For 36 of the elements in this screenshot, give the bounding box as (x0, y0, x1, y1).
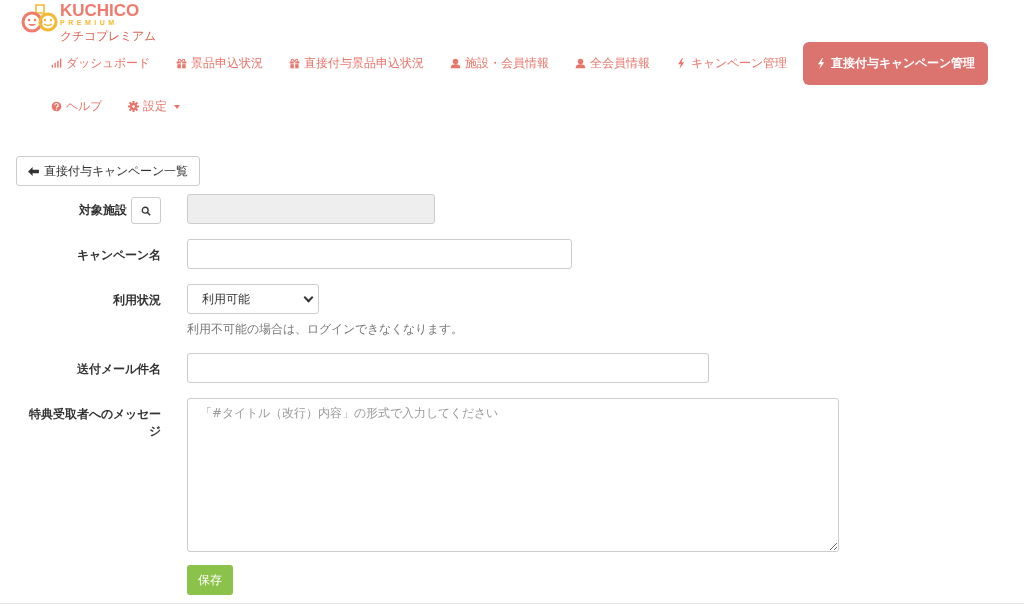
gift-icon (289, 58, 300, 69)
help-icon (51, 101, 62, 112)
logo-wordmark: KUCHICO (60, 2, 141, 19)
nav-link[interactable]: 設定 (115, 85, 193, 128)
field-label: 利用状況 (113, 292, 161, 309)
input-field[interactable] (187, 239, 572, 269)
nav-link[interactable]: 全会員情報 (562, 42, 663, 85)
nav-link[interactable]: 直接付与キャンペーン管理 (803, 42, 988, 85)
nav-link[interactable]: 施設・会員情報 (437, 42, 562, 85)
nav-link[interactable]: キャンペーン管理 (663, 42, 800, 85)
nav-link[interactable]: ヘルプ (38, 85, 115, 128)
select-dropdown[interactable]: 利用可能 (187, 284, 319, 314)
gift-icon (176, 58, 187, 69)
user-icon (575, 58, 586, 69)
input-field[interactable] (187, 353, 709, 383)
search-icon (141, 205, 151, 216)
lightning-icon (816, 58, 827, 69)
field-label: 対象施設 (79, 202, 127, 219)
nav-link[interactable]: 景品申込状況 (163, 42, 276, 85)
help-text: 利用不可能の場合は、ログインできなくなります。 (187, 321, 464, 338)
field-label: キャンペーン名 (77, 247, 161, 264)
bars-icon (51, 58, 62, 69)
field-label: 送付メール件名 (77, 361, 161, 378)
message-textarea[interactable]: 「#タイトル（改行）内容」の形式で入力してください (187, 398, 839, 552)
field-label: 特典受取者へのメッセージ (28, 406, 161, 440)
nav-link[interactable]: ダッシュボード (38, 42, 163, 85)
save-button[interactable]: 保存 (187, 565, 233, 595)
user-icon (450, 58, 461, 69)
lightning-icon (676, 58, 687, 69)
back-button[interactable]: 直接付与キャンペーン一覧 (16, 156, 200, 186)
nav-link[interactable]: 直接付与景品申込状況 (276, 42, 437, 85)
logo-faces-icon (20, 4, 60, 34)
logo-kana: クチコプレミアム (60, 29, 156, 44)
gear-icon (128, 101, 139, 112)
arrow-left-icon (28, 166, 39, 176)
search-button[interactable] (131, 197, 161, 224)
